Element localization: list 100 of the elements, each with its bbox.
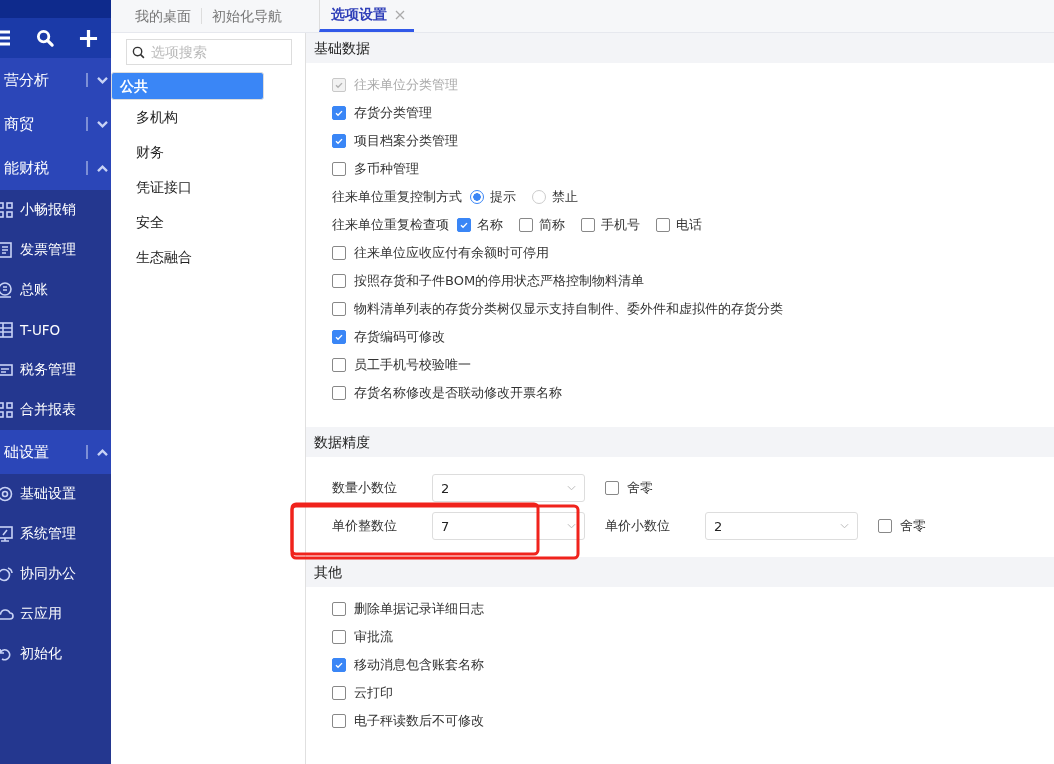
checkbox[interactable] bbox=[332, 134, 346, 148]
checkbox[interactable] bbox=[332, 330, 346, 344]
option-label: 员工手机号校验唯一 bbox=[354, 356, 471, 374]
checkbox[interactable] bbox=[457, 218, 471, 232]
sidebar-item[interactable]: 税务管理 bbox=[0, 350, 111, 390]
category-item[interactable]: 公共 bbox=[111, 72, 264, 100]
option-label: 存货名称修改是否联动修改开票名称 bbox=[354, 384, 562, 402]
checkbox[interactable] bbox=[878, 519, 892, 533]
sidebar-item[interactable]: 协同办公 bbox=[0, 554, 111, 594]
tab[interactable]: 初始化导航 bbox=[202, 8, 292, 24]
chevron-up-icon[interactable] bbox=[96, 163, 109, 173]
table-icon bbox=[0, 321, 14, 339]
grid-icon bbox=[0, 401, 14, 419]
checkbox[interactable] bbox=[332, 386, 346, 400]
search-icon[interactable] bbox=[36, 28, 55, 48]
checkbox[interactable] bbox=[332, 686, 346, 700]
monitor-icon bbox=[0, 525, 14, 543]
checkbox[interactable] bbox=[605, 481, 619, 495]
option-label: 审批流 bbox=[354, 628, 393, 646]
caret-icon bbox=[567, 485, 576, 491]
field-label: 数量小数位 bbox=[332, 479, 398, 497]
select-field[interactable]: 7 bbox=[432, 512, 585, 540]
option-label: 往来单位重复检查项 bbox=[332, 216, 449, 234]
receipt-icon bbox=[0, 241, 14, 259]
caret-icon bbox=[840, 523, 849, 529]
checkbox[interactable] bbox=[332, 358, 346, 372]
checkbox-label: 简称 bbox=[539, 216, 565, 234]
gear-icon bbox=[0, 485, 14, 503]
radio-button[interactable] bbox=[532, 190, 546, 204]
option-label: 项目档案分类管理 bbox=[354, 132, 458, 150]
checkbox[interactable] bbox=[332, 162, 346, 176]
menu-icon[interactable] bbox=[0, 30, 12, 46]
checkbox[interactable] bbox=[332, 302, 346, 316]
checkbox[interactable] bbox=[332, 658, 346, 672]
option-label: 往来单位重复控制方式 bbox=[332, 188, 462, 206]
category-item[interactable]: 财务 bbox=[111, 135, 305, 170]
sidebar-item[interactable]: 发票管理 bbox=[0, 230, 111, 270]
sidebar-item[interactable]: 总账 bbox=[0, 270, 111, 310]
checkbox[interactable] bbox=[519, 218, 533, 232]
checkbox-label: 手机号 bbox=[601, 216, 640, 234]
option-label: 电子秤读数后不可修改 bbox=[354, 712, 484, 730]
option-label: 多币种管理 bbox=[354, 160, 419, 178]
category-item[interactable]: 多机构 bbox=[111, 100, 305, 135]
search-field[interactable]: 选项搜索 bbox=[126, 39, 292, 65]
sidebar-group[interactable]: 能财税 bbox=[0, 146, 111, 190]
radio-label: 提示 bbox=[490, 188, 516, 206]
select-field[interactable]: 2 bbox=[432, 474, 585, 502]
chevron-down-icon[interactable] bbox=[96, 119, 109, 129]
radio-label: 禁止 bbox=[552, 188, 578, 206]
close-icon[interactable] bbox=[395, 9, 405, 20]
sidebar-item[interactable]: 云应用 bbox=[0, 594, 111, 634]
chevron-up-icon[interactable] bbox=[96, 447, 109, 457]
option-label: 云打印 bbox=[354, 684, 393, 702]
sidebar-item[interactable]: 系统管理 bbox=[0, 514, 111, 554]
option-label: 移动消息包含账套名称 bbox=[354, 656, 484, 674]
ledger-icon bbox=[0, 281, 14, 299]
section-header: 其他 bbox=[306, 557, 1054, 587]
checkbox[interactable] bbox=[656, 218, 670, 232]
caret-icon bbox=[567, 523, 576, 529]
field-label: 单价小数位 bbox=[605, 517, 671, 535]
checkbox[interactable] bbox=[581, 218, 595, 232]
plus-icon[interactable] bbox=[79, 28, 98, 48]
option-label: 存货编码可修改 bbox=[354, 328, 445, 346]
checkbox-label: 名称 bbox=[477, 216, 503, 234]
sidebar-item[interactable]: 小畅报销 bbox=[0, 190, 111, 230]
option-label: 物料清单列表的存货分类树仅显示支持自制件、委外件和虚拟件的存货分类 bbox=[354, 300, 783, 318]
sidebar-group[interactable]: 础设置 bbox=[0, 430, 111, 474]
section-header: 基础数据 bbox=[306, 33, 1054, 63]
radio-button[interactable] bbox=[470, 190, 484, 204]
sidebar-item[interactable]: 初始化 bbox=[0, 634, 111, 674]
sidebar-item[interactable]: 合并报表 bbox=[0, 390, 111, 430]
category-item[interactable]: 生态融合 bbox=[111, 240, 305, 275]
option-label: 按照存货和子件BOM的停用状态严格控制物料清单 bbox=[354, 272, 645, 290]
option-label: 往来单位应收应付有余额时可停用 bbox=[354, 244, 549, 262]
checkbox[interactable] bbox=[332, 630, 346, 644]
section-header: 数据精度 bbox=[306, 427, 1054, 457]
option-label: 删除单据记录详细日志 bbox=[354, 600, 484, 618]
checkbox[interactable] bbox=[332, 106, 346, 120]
list-icon bbox=[0, 361, 14, 379]
select-field[interactable]: 2 bbox=[705, 512, 858, 540]
checkbox-label: 电话 bbox=[676, 216, 702, 234]
checkbox-label: 舍零 bbox=[900, 517, 926, 535]
search-icon bbox=[132, 46, 145, 59]
checkbox[interactable] bbox=[332, 602, 346, 616]
checkbox[interactable] bbox=[332, 714, 346, 728]
option-label: 存货分类管理 bbox=[354, 104, 432, 122]
tab[interactable]: 我的桌面 bbox=[111, 8, 202, 24]
checkbox-label: 舍零 bbox=[627, 479, 653, 497]
checkbox[interactable] bbox=[332, 274, 346, 288]
chevron-down-icon[interactable] bbox=[96, 75, 109, 85]
option-label: 往来单位分类管理 bbox=[354, 76, 458, 94]
sidebar-item[interactable]: 基础设置 bbox=[0, 474, 111, 514]
checkbox[interactable] bbox=[332, 246, 346, 260]
sidebar-group[interactable]: 商贸 bbox=[0, 102, 111, 146]
category-item[interactable]: 安全 bbox=[111, 205, 305, 240]
grid-icon bbox=[0, 201, 14, 219]
category-item[interactable]: 凭证接口 bbox=[111, 170, 305, 205]
sidebar-group[interactable]: 营分析 bbox=[0, 58, 111, 102]
sidebar-item[interactable]: T-UFO bbox=[0, 310, 111, 350]
field-label: 单价整数位 bbox=[332, 517, 398, 535]
